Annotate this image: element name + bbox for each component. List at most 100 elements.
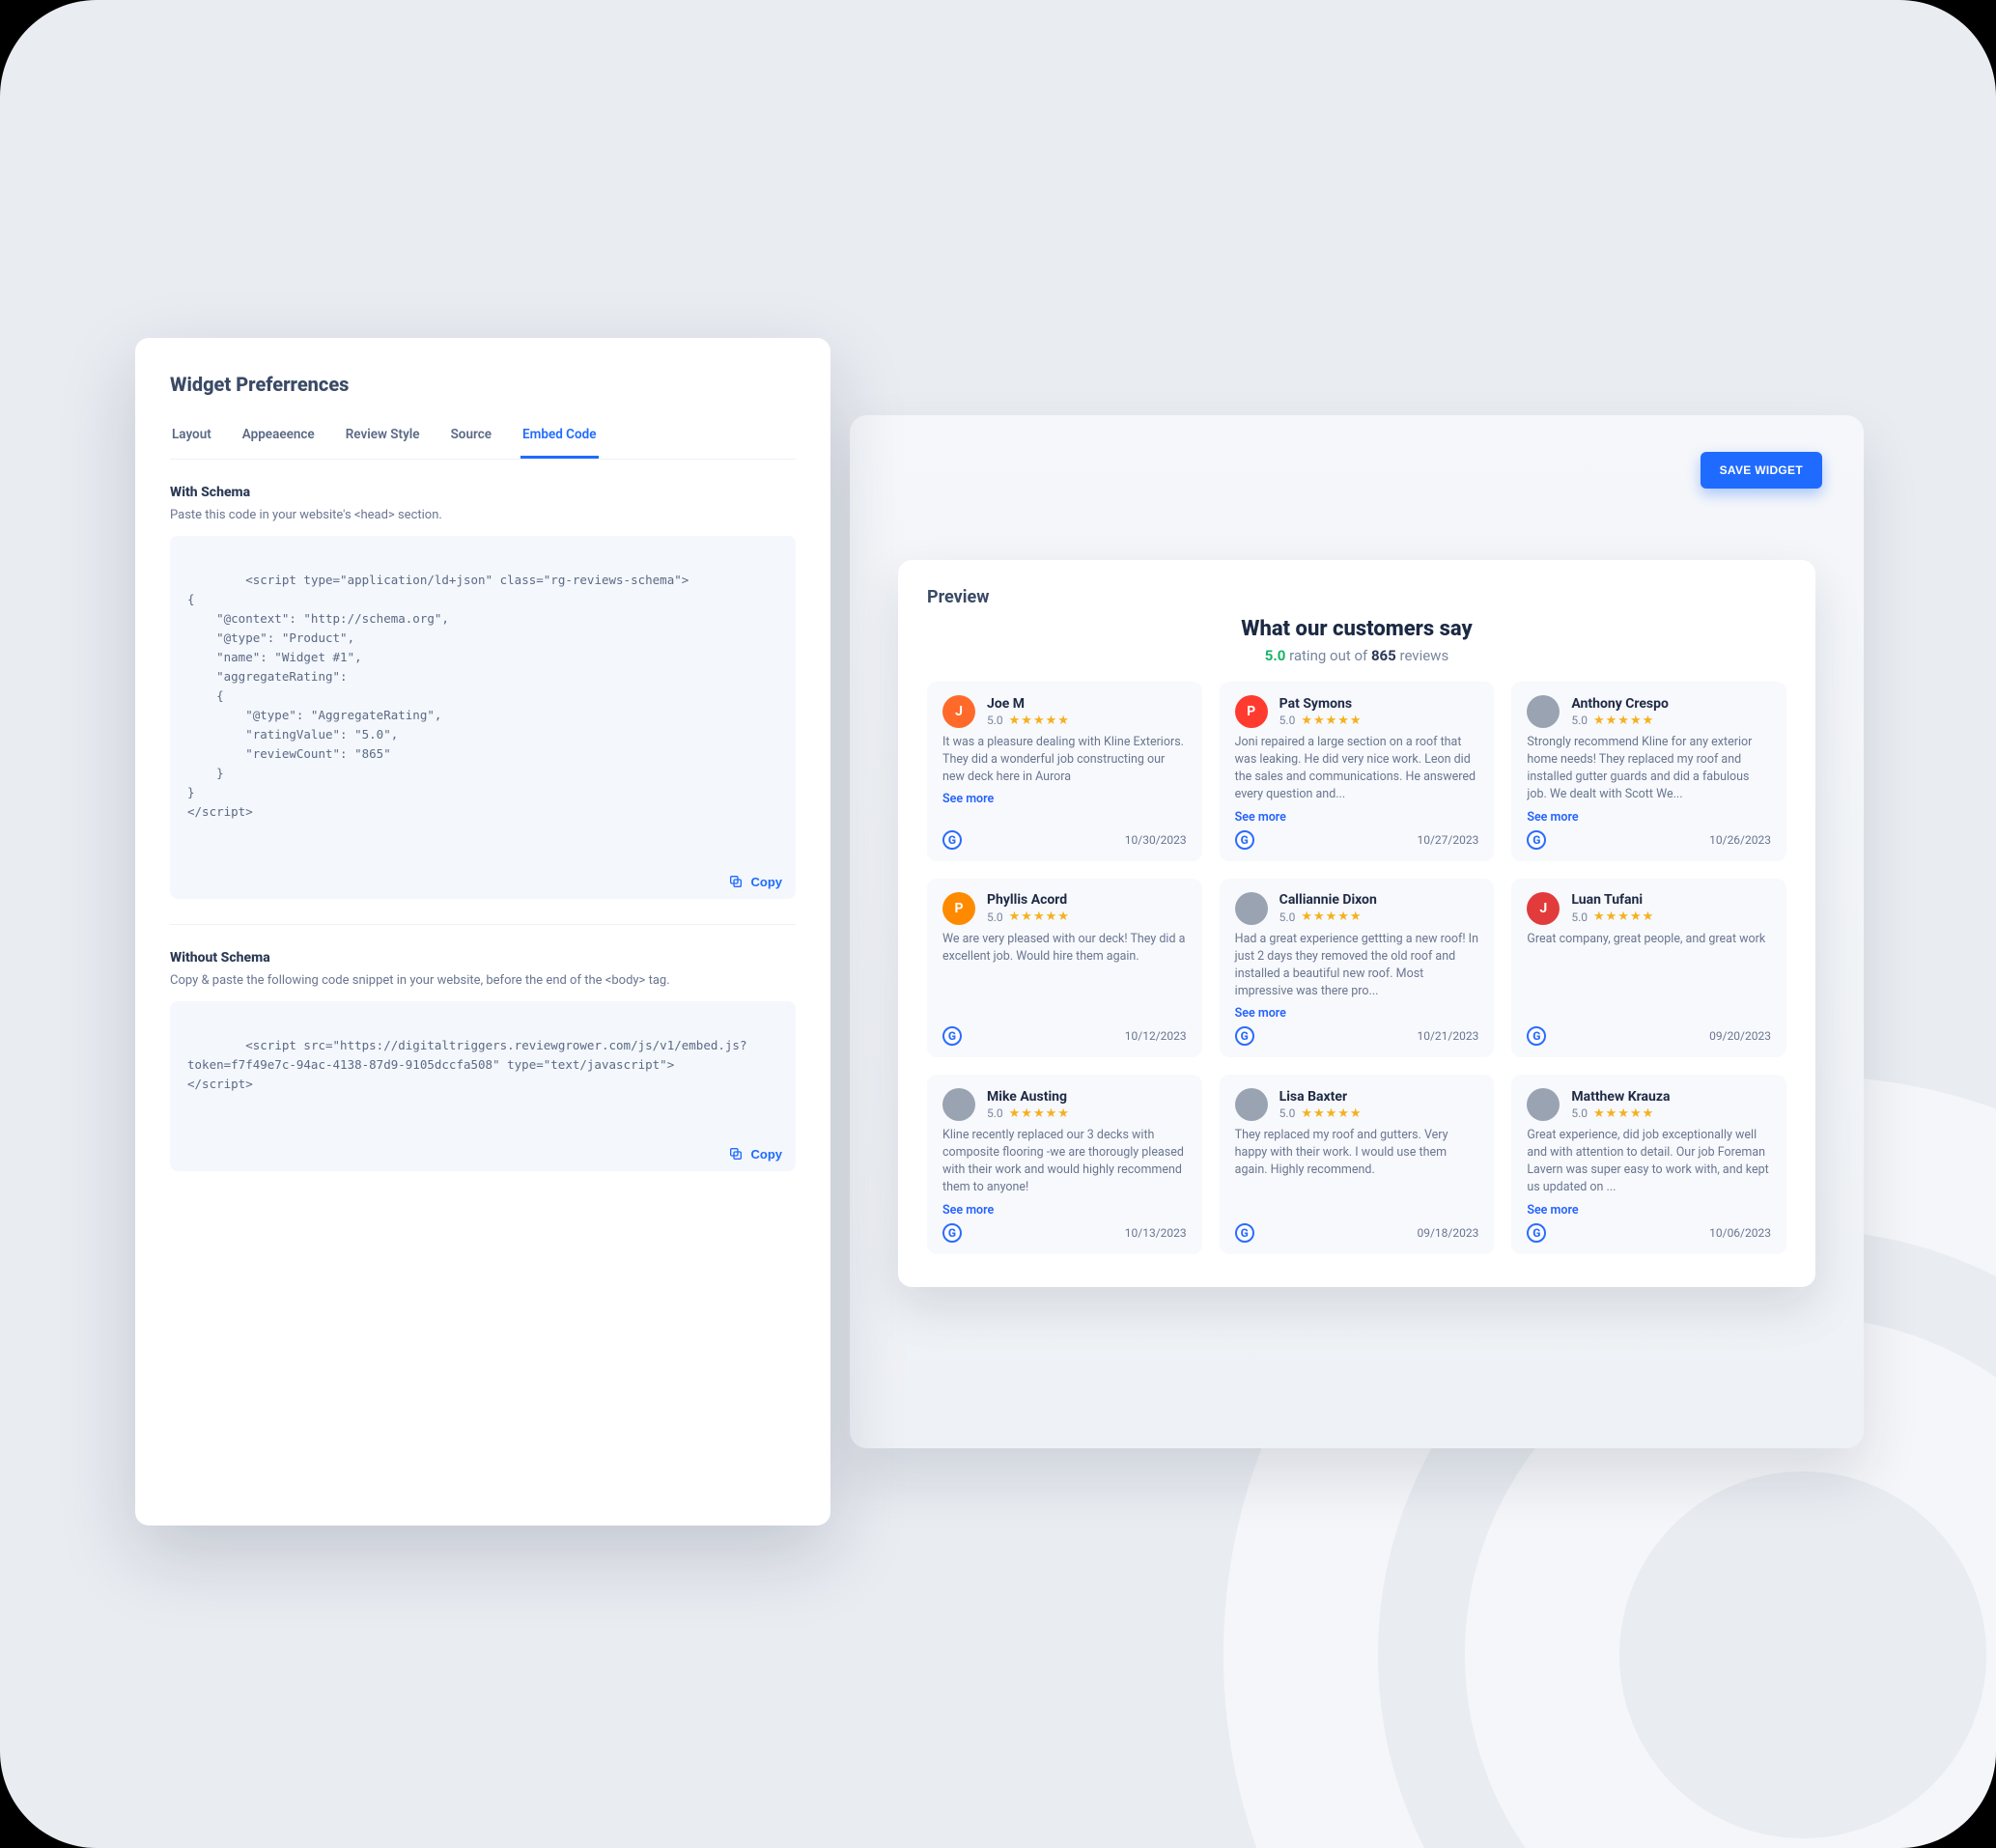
review-rating: 5.0★★★★★ [1279,714,1363,728]
rating-value: 5.0 [1571,714,1588,727]
review-body: Kline recently replaced our 3 decks with… [942,1127,1187,1197]
review-card: P Phyllis Acord 5.0★★★★★ We are very please… [927,879,1202,1058]
review-card: Lisa Baxter5.0 ★★★★★ They replaced my roof… [1220,1075,1495,1254]
tab-appeaeence[interactable]: Appeaeence [240,417,317,459]
reviewer-name: Anthony Crespo [1571,696,1669,712]
reviewer-name: Lisa Baxter [1279,1089,1363,1105]
star-icon: ★★★★★ [1009,1106,1070,1121]
avatar [1527,1088,1560,1121]
review-card: Matthew Krauza5.0★★★★★ Great experience, … [1511,1075,1786,1254]
review-body: Great experience, did job exceptionally … [1527,1127,1771,1197]
avatar: J [1527,892,1560,925]
preview-headline: What our customers say [927,617,1786,641]
tab-review-style[interactable]: Review Style [344,417,422,459]
review-body: They replaced my roof and gutters. Very … [1235,1127,1479,1179]
save-widget-button[interactable]: SAVE WIDGET [1701,452,1822,489]
review-date: 10/21/2023 [1417,1029,1478,1043]
without-schema-code-box[interactable]: <script src="https://digitaltriggers.rev… [170,1001,796,1171]
preferences-tabs: Layout Appeaeence Review Style Source Embed … [170,417,796,460]
review-body: Strongly recommend Kline for any exterio… [1527,734,1771,804]
reviewer-name: Phyllis Acord [987,892,1070,908]
review-date: 09/18/2023 [1417,1226,1478,1240]
reviewer-name: Joe M [987,696,1070,712]
review-rating: 5.0 ★★★★★ [1571,910,1654,924]
see-more-link[interactable]: See more [1235,1006,1479,1021]
rating-value: 5.0 [1279,1106,1296,1120]
review-body: Great company, great people, and great w… [1527,931,1771,948]
google-icon: G [1235,1223,1254,1243]
with-schema-code-box[interactable]: <script type="application/ld+json" class… [170,536,796,899]
tab-source[interactable]: Source [449,417,493,459]
review-date: 10/26/2023 [1709,833,1771,847]
without-schema-section: Without Schema Copy & paste the followin… [170,950,796,1171]
rating-value: 5.0 [1571,1106,1588,1120]
avatar [1527,695,1560,728]
tab-embed-code[interactable]: Embed Code [520,417,599,459]
app-stage: SAVE WIDGET Widget Preferrences Layout Ap… [0,0,1996,1848]
google-icon: G [942,830,962,850]
preferences-title: Widget Preferrences [170,373,796,396]
star-icon: ★★★★★ [1593,714,1654,728]
google-icon: G [942,1223,962,1243]
without-schema-heading: Without Schema [170,950,796,966]
star-icon: ★★★★★ [1009,714,1070,728]
preview-sub-mid: rating out of [1285,647,1371,664]
review-card: PPat Symons5.0★★★★★Joni repaired a large… [1220,682,1495,861]
google-icon: G [1527,1026,1546,1046]
review-card: JLuan Tufani5.0★★★★★Great company, great… [1511,879,1786,1058]
avatar: J [942,695,975,728]
google-icon: G [1235,1026,1254,1046]
see-more-link[interactable]: See more [1235,810,1479,825]
review-rating: 5.0★★★★★ [1571,1106,1670,1121]
star-icon: ★★★★★ [1301,1106,1362,1121]
with-schema-heading: With Schema [170,485,796,500]
section-divider [170,924,796,925]
see-more-link[interactable]: See more [942,792,1187,806]
avatar: P [942,892,975,925]
with-schema-code: <script type="application/ld+json" class… [187,573,689,819]
review-rating: 5.0 ★★★★★ [1571,714,1669,728]
tab-layout[interactable]: Layout [170,417,213,459]
review-card: Mike Austing5.0★★★★★Kline recently repla… [927,1075,1202,1254]
reviewer-name: Mike Austing [987,1089,1070,1105]
reviewer-name: Pat Symons [1279,696,1363,712]
see-more-link[interactable]: See more [942,1203,1187,1218]
preview-sub-end: reviews [1396,647,1448,664]
star-icon: ★★★★★ [1301,910,1362,924]
review-date: 10/30/2023 [1125,833,1187,847]
review-body: We are very pleased with our deck! They … [942,931,1187,966]
widget-preferences-card: Widget Preferrences Layout Appeaeence Revi… [135,338,830,1526]
rating-value: 5.0 [1571,910,1588,924]
review-rating: 5.0★★★★★ [987,910,1070,924]
review-date: 09/20/2023 [1709,1029,1771,1043]
review-card: Calliannie Dixon5.0★★★★★Had a great expe… [1220,879,1495,1058]
copy-label: Copy [751,875,783,889]
avatar [1235,1088,1268,1121]
copy-without-schema-button[interactable]: Copy [728,1146,783,1162]
google-icon: G [1527,1223,1546,1243]
review-body: It was a pleasure dealing with Kline Ext… [942,734,1187,786]
google-icon: G [1527,830,1546,850]
see-more-link[interactable]: See more [1527,810,1771,825]
review-rating: 5.0 ★★★★★ [1279,1106,1363,1121]
star-icon: ★★★★★ [1593,910,1654,924]
preview-subline: 5.0 rating out of 865 reviews [927,647,1786,664]
review-card: J Joe M 5.0★★★★★ It was a pleasure dealing … [927,682,1202,861]
avatar [942,1088,975,1121]
star-icon: ★★★★★ [1009,910,1070,924]
review-date: 10/06/2023 [1709,1226,1771,1240]
review-date: 10/27/2023 [1417,833,1478,847]
review-date: 10/12/2023 [1125,1029,1187,1043]
reviewer-name: Matthew Krauza [1571,1089,1670,1105]
reviewer-name: Calliannie Dixon [1279,892,1377,908]
review-rating: 5.0 ★★★★★ [1279,910,1377,924]
see-more-link[interactable]: See more [1527,1203,1771,1218]
without-schema-code: <script src="https://digitaltriggers.rev… [187,1038,747,1091]
with-schema-instruction: Paste this code in your website's <head>… [170,508,796,522]
rating-value: 5.0 [1279,910,1296,924]
review-body: Joni repaired a large section on a roof … [1235,734,1479,804]
review-rating: 5.0★★★★★ [987,714,1070,728]
preview-card: Preview What our customers say 5.0 ratin… [898,560,1815,1287]
preview-review-count: 865 [1371,647,1396,664]
copy-with-schema-button[interactable]: Copy [728,874,783,889]
